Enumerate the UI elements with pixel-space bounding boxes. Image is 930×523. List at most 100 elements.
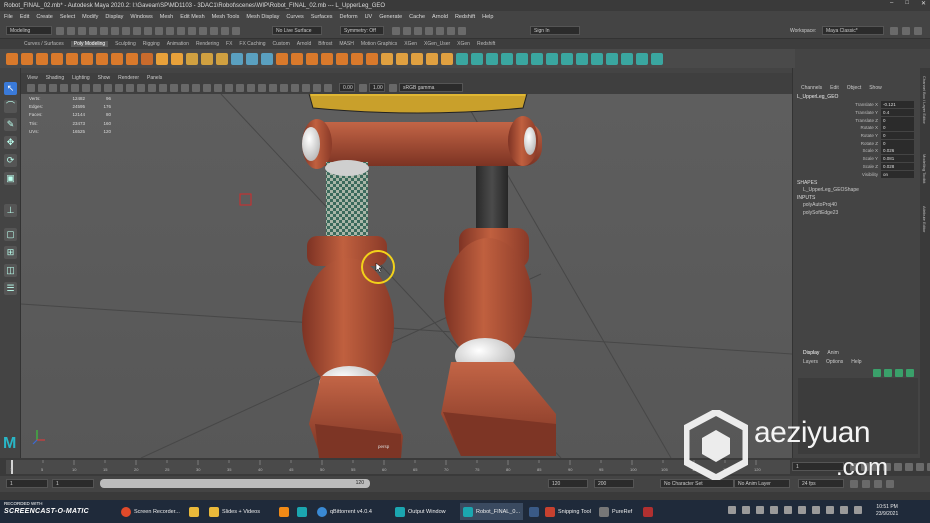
playback-start-field[interactable]: 1 — [52, 479, 94, 488]
tray-icon[interactable] — [742, 506, 750, 514]
snap-view-icon[interactable] — [177, 27, 185, 35]
menu-create[interactable]: Create — [36, 14, 53, 20]
ipr-icon[interactable] — [414, 27, 422, 35]
menu-windows[interactable]: Windows — [130, 14, 152, 20]
shelf-tab-mash[interactable]: MASH — [339, 41, 353, 47]
channel-value[interactable]: 0 — [881, 124, 914, 132]
quad-draw-icon[interactable] — [426, 52, 438, 65]
scale-tool-icon[interactable]: ▣ — [4, 172, 17, 185]
channel-row[interactable]: Translate Z0 — [793, 116, 914, 124]
xray-joints-icon[interactable] — [302, 84, 310, 92]
menu-edit[interactable]: Edit — [20, 14, 29, 20]
perspective-viewport[interactable]: Verts: 12482 96 Edges: 24595 176 Faces: 12144 80… — [21, 94, 792, 458]
menu-deform[interactable]: Deform — [340, 14, 358, 20]
select-hierarchy-icon[interactable] — [111, 27, 119, 35]
close-icon[interactable]: ✕ — [921, 0, 926, 7]
exposure-field[interactable]: 0.00 — [339, 83, 355, 92]
backface-culling-icon[interactable] — [313, 84, 321, 92]
isolate-select-icon[interactable] — [280, 84, 288, 92]
move-layer-up-icon[interactable] — [873, 369, 881, 377]
taskbar-maya-robot[interactable]: Robot_FINAL_0... — [460, 503, 524, 520]
shelf-tab-poly-modeling[interactable]: Poly Modeling — [70, 41, 109, 47]
super-shape-icon[interactable] — [126, 52, 138, 65]
gamma-icon[interactable] — [359, 84, 367, 92]
wireframe-icon[interactable] — [170, 84, 178, 92]
lasso-tool-icon[interactable]: ⌒ — [4, 100, 17, 113]
shelf-tab-fx-caching[interactable]: FX Caching — [239, 41, 265, 47]
playback-end-field[interactable]: 120 — [548, 479, 588, 488]
menu-generate[interactable]: Generate — [379, 14, 402, 20]
new-layer-icon[interactable] — [895, 369, 903, 377]
persp-outliner-layout-icon[interactable]: ◫ — [4, 264, 17, 277]
tray-icon[interactable] — [784, 506, 792, 514]
rotate-tool-icon[interactable]: ⟳ — [4, 154, 17, 167]
new-layer-selected-icon[interactable] — [906, 369, 914, 377]
magnet-icon[interactable] — [232, 27, 240, 35]
target-weld-icon[interactable] — [396, 52, 408, 65]
ambient-occlusion-icon[interactable] — [236, 84, 244, 92]
select-object-icon[interactable] — [122, 27, 130, 35]
taskbar-screen-recorder[interactable]: Screen Recorder... — [118, 503, 183, 520]
boolean-intersection-icon[interactable] — [261, 52, 273, 65]
poly-cone-icon[interactable] — [51, 52, 63, 65]
taskbar-extra-1[interactable] — [640, 503, 656, 520]
channel-row[interactable]: Translate Y 0.4 — [793, 109, 914, 117]
menu-mesh-display[interactable]: Mesh Display — [246, 14, 279, 20]
field-chart-icon[interactable] — [137, 84, 145, 92]
bridge-icon[interactable] — [306, 52, 318, 65]
channel-row[interactable]: Scale Z 0.028 — [793, 162, 914, 171]
poly-cube-icon[interactable] — [21, 52, 33, 65]
render-view-icon[interactable] — [392, 27, 400, 35]
planar-mapping-icon[interactable] — [576, 52, 588, 65]
use-all-lights-icon[interactable] — [214, 84, 222, 92]
view-transform-dropdown[interactable]: sRGB gamma — [399, 83, 463, 92]
shelf-tab-fx[interactable]: FX — [226, 41, 232, 47]
shelf-tab-motion-graphics[interactable]: Motion Graphics — [361, 41, 397, 47]
channel-value[interactable]: 0 — [881, 139, 914, 147]
poly-type-icon[interactable] — [156, 52, 168, 65]
menu-help[interactable]: Help — [482, 14, 493, 20]
spin-edge-icon[interactable] — [501, 52, 513, 65]
poly-torus-icon[interactable] — [66, 52, 78, 65]
taskbar-folder[interactable] — [526, 503, 542, 520]
arnold-render-icon[interactable] — [447, 27, 455, 35]
tray-icon[interactable] — [798, 506, 806, 514]
paint-select-tool-icon[interactable]: ✎ — [4, 118, 17, 131]
grease-pencil-icon[interactable] — [82, 84, 90, 92]
panel-menu-shading[interactable]: Shading — [46, 75, 64, 81]
svg-icon[interactable] — [171, 52, 183, 65]
channel-row[interactable]: Rotate Y0 — [793, 132, 914, 140]
boolean-union-icon[interactable] — [231, 52, 243, 65]
taskbar-qbittorrent[interactable]: qBittorrent v4.0.4 — [314, 503, 375, 520]
panel-menu-panels[interactable]: Panels — [147, 75, 162, 81]
channel-value[interactable]: 0.081 — [881, 155, 914, 163]
tray-icon[interactable] — [840, 506, 848, 514]
circularize-icon[interactable] — [516, 52, 528, 65]
color-management-icon[interactable] — [389, 84, 397, 92]
camera-attributes-icon[interactable] — [38, 84, 46, 92]
chamfer-vertex-icon[interactable] — [561, 52, 573, 65]
2d-pan-zoom-icon[interactable] — [71, 84, 79, 92]
shape-node[interactable]: L_UpperLeg_GEOShape — [803, 187, 859, 193]
taskbar-pureref[interactable]: PureRef — [596, 503, 635, 520]
shelf-tab-animation[interactable]: Animation — [167, 41, 189, 47]
film-gate-icon[interactable] — [104, 84, 112, 92]
input-node[interactable]: polySoftEdge23 — [803, 210, 838, 218]
shelf-tab-xgen[interactable]: XGen — [404, 41, 417, 47]
input-node[interactable]: polyAutoProj40 — [803, 202, 838, 210]
menu-mesh-tools[interactable]: Mesh Tools — [212, 14, 240, 20]
sew-uv-icon[interactable] — [621, 52, 633, 65]
menu-modify[interactable]: Modify — [82, 14, 98, 20]
channel-value[interactable]: 0.4 — [881, 109, 914, 117]
shelf-tab-rigging[interactable]: Rigging — [143, 41, 160, 47]
taskbar-clock[interactable]: 10:51 PM 23/9/2021 — [876, 504, 898, 518]
shadows-icon[interactable] — [225, 84, 233, 92]
move-tool-icon[interactable]: ✥ — [4, 136, 17, 149]
channel-value[interactable]: -0.121 — [881, 101, 914, 109]
make-hole-icon[interactable] — [351, 52, 363, 65]
side-tab-modelling-toolkit[interactable]: Modelling Toolkit — [922, 154, 927, 184]
channel-row[interactable]: Translate X -0.121 — [793, 101, 914, 109]
help-menu[interactable]: Help — [851, 359, 861, 365]
range-bar[interactable]: 120 — [100, 479, 370, 488]
select-tool-icon[interactable]: ↖ — [4, 82, 17, 95]
